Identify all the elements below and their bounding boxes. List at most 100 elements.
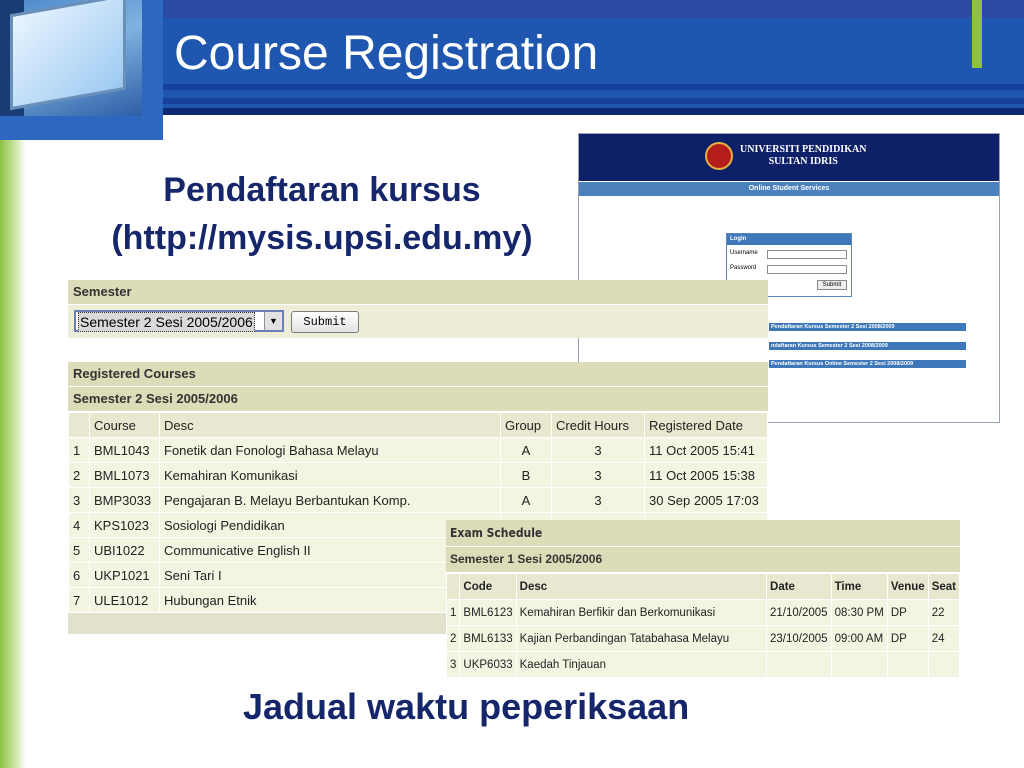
exam-seat: 24 xyxy=(927,625,961,652)
course-code: UKP1021 xyxy=(89,562,160,588)
column-header-number xyxy=(68,412,90,438)
exam-desc: Kajian Perbandingan Tatabahasa Melayu xyxy=(515,625,768,652)
registered-courses-session: Semester 2 Sesi 2005/2006 xyxy=(68,387,768,412)
portal-service-band: Online Student Services xyxy=(579,182,999,196)
column-header-course: Course xyxy=(89,412,160,438)
column-header-venue: Venue xyxy=(886,573,929,600)
row-number: 6 xyxy=(68,562,90,588)
course-desc: Fonetik dan Fonologi Bahasa Melayu xyxy=(159,437,501,463)
exam-schedule-table: Code Desc Date Time Venue Seat 1 BML6123… xyxy=(445,573,961,678)
column-header-desc: Desc xyxy=(159,412,501,438)
slide-logo-box xyxy=(0,0,163,140)
course-desc: Kemahiran Komunikasi xyxy=(159,462,501,488)
semester-form: Semester Semester 2 Sesi 2005/2006 ▼ Sub… xyxy=(68,280,768,338)
semester-header: Semester xyxy=(68,280,768,305)
exam-seat xyxy=(927,651,961,678)
exam-venue: DP xyxy=(886,599,929,626)
column-header-credit-hours: Credit Hours xyxy=(551,412,645,438)
slide-title: Course Registration xyxy=(174,27,599,80)
portal-link-online-registration[interactable]: Pendaftaran Kursus Online Semester 2 Ses… xyxy=(769,360,966,368)
course-desc: Pengajaran B. Melayu Berbantukan Komp. xyxy=(159,487,501,513)
column-header-code: Code xyxy=(459,573,517,600)
table-row: 1 BML1043 Fonetik dan Fonologi Bahasa Me… xyxy=(68,437,768,463)
registered-date: 30 Sep 2005 17:03 xyxy=(644,487,768,513)
row-number: 2 xyxy=(68,462,90,488)
portal-link-registration-2[interactable]: ndaftaran Kursus Semester 2 Sesi 2008/20… xyxy=(769,342,966,350)
credit-hours: 3 xyxy=(551,462,645,488)
portal-link-registration[interactable]: Pendaftaran Kursus Semester 2 Sesi 2008/… xyxy=(769,323,966,331)
registered-date: 11 Oct 2005 15:38 xyxy=(644,462,768,488)
exam-desc: Kemahiran Berfikir dan Berkomunikasi xyxy=(515,599,768,626)
course-code: BML1043 xyxy=(89,437,160,463)
exam-schedule-session: Semester 1 Sesi 2005/2006 xyxy=(446,547,960,573)
login-submit-button[interactable]: Submit xyxy=(817,280,847,290)
course-code: KPS1023 xyxy=(89,512,160,538)
exam-date xyxy=(766,651,832,678)
university-name-line-1: UNIVERSITI PENDIDIKAN xyxy=(740,144,867,155)
course-group: A xyxy=(500,437,552,463)
subtitle-line-1: Pendaftaran kursus xyxy=(163,171,481,209)
header-bottom-band xyxy=(163,108,1024,115)
column-header-registered-date: Registered Date xyxy=(644,412,768,438)
exam-date: 21/10/2005 xyxy=(766,599,832,626)
semester-submit-button[interactable]: Submit xyxy=(291,311,359,333)
table-row: 3 BMP3033 Pengajaran B. Melayu Berbantuk… xyxy=(68,487,768,513)
column-header-desc: Desc xyxy=(515,573,768,600)
column-header-date: Date xyxy=(766,573,832,600)
login-title: Login xyxy=(727,234,851,245)
row-number: 3 xyxy=(68,487,90,513)
exam-date: 23/10/2005 xyxy=(766,625,832,652)
exam-time: 08:30 PM xyxy=(830,599,888,626)
exam-desc: Kaedah Tinjauan xyxy=(515,651,768,678)
column-header-time: Time xyxy=(830,573,888,600)
exam-seat: 22 xyxy=(927,599,961,626)
registered-courses-title: Registered Courses xyxy=(68,362,768,387)
table-row: 1 BML6123 Kemahiran Berfikir dan Berkomu… xyxy=(445,599,961,626)
password-input[interactable] xyxy=(767,265,847,274)
monitor-picture xyxy=(0,0,142,116)
exam-time xyxy=(830,651,888,678)
course-group: A xyxy=(500,487,552,513)
subtitle-line-2: (http://mysis.upsi.edu.my) xyxy=(111,219,533,257)
slide-subtitle: Pendaftaran kursus (http://mysis.upsi.ed… xyxy=(72,166,572,262)
column-header-group: Group xyxy=(500,412,552,438)
table-header-row: Code Desc Date Time Venue Seat xyxy=(445,573,961,600)
username-input[interactable] xyxy=(767,250,847,259)
header-stripe xyxy=(163,84,1024,90)
column-header-seat: Seat xyxy=(927,573,961,600)
portal-banner: UNIVERSITI PENDIDIKAN SULTAN IDRIS xyxy=(579,134,999,181)
semester-selected-value: Semester 2 Sesi 2005/2006 xyxy=(78,312,255,332)
username-label: Username xyxy=(730,250,758,256)
table-header-row: Course Desc Group Credit Hours Registere… xyxy=(68,412,768,438)
table-row: 2 BML6133 Kajian Perbandingan Tatabahasa… xyxy=(445,625,961,652)
row-number: 1 xyxy=(445,599,461,626)
university-crest-icon xyxy=(705,142,733,170)
row-number: 3 xyxy=(445,651,461,678)
header-stripe-lower xyxy=(163,98,1024,104)
credit-hours: 3 xyxy=(551,487,645,513)
course-group: B xyxy=(500,462,552,488)
exam-venue xyxy=(886,651,929,678)
course-code: BMP3033 xyxy=(89,487,160,513)
exam-time: 09:00 AM xyxy=(830,625,888,652)
course-code: BML1073 xyxy=(89,462,160,488)
semester-select[interactable]: Semester 2 Sesi 2005/2006 ▼ xyxy=(74,310,284,332)
left-green-gradient xyxy=(0,140,26,768)
slide-caption: Jadual waktu peperiksaan xyxy=(243,686,690,727)
exam-code: UKP6033 xyxy=(459,651,517,678)
exam-code: BML6133 xyxy=(459,625,517,652)
exam-venue: DP xyxy=(886,625,929,652)
exam-code: BML6123 xyxy=(459,599,517,626)
exam-schedule-panel: Exam Schedule Semester 1 Sesi 2005/2006 … xyxy=(445,520,961,678)
table-row: 2 BML1073 Kemahiran Komunikasi B 3 11 Oc… xyxy=(68,462,768,488)
registered-date: 11 Oct 2005 15:41 xyxy=(644,437,768,463)
row-number: 4 xyxy=(68,512,90,538)
header-top-band xyxy=(163,0,1024,18)
credit-hours: 3 xyxy=(551,437,645,463)
table-row: 3 UKP6033 Kaedah Tinjauan xyxy=(445,651,961,678)
row-number: 5 xyxy=(68,537,90,563)
row-number: 1 xyxy=(68,437,90,463)
chevron-down-icon[interactable]: ▼ xyxy=(264,312,282,330)
row-number: 2 xyxy=(445,625,461,652)
university-name: UNIVERSITI PENDIDIKAN SULTAN IDRIS xyxy=(740,144,866,168)
